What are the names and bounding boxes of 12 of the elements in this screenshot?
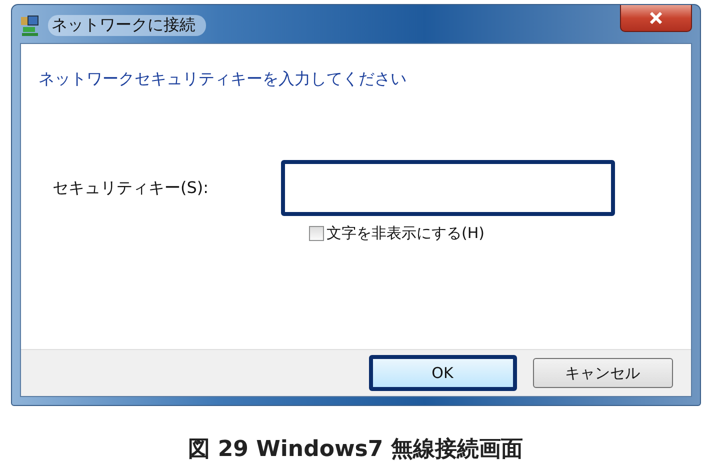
window-title: ネットワークに接続 [48, 15, 206, 36]
network-icon [20, 15, 40, 37]
ok-button[interactable]: OK [368, 355, 516, 391]
cancel-button[interactable]: キャンセル [532, 358, 672, 388]
close-icon [648, 12, 662, 24]
hide-characters-label: 文字を非表示にする(H) [326, 224, 484, 243]
instruction-text: ネットワークセキュリティキーを入力してください [38, 69, 408, 90]
close-button[interactable] [620, 5, 692, 32]
hide-characters-checkbox[interactable] [308, 226, 324, 241]
figure-caption: 図 29 Windows7 無線接続画面 [188, 436, 523, 464]
security-key-field[interactable] [280, 160, 614, 216]
security-key-label: セキュリティキー(S): [52, 178, 210, 198]
